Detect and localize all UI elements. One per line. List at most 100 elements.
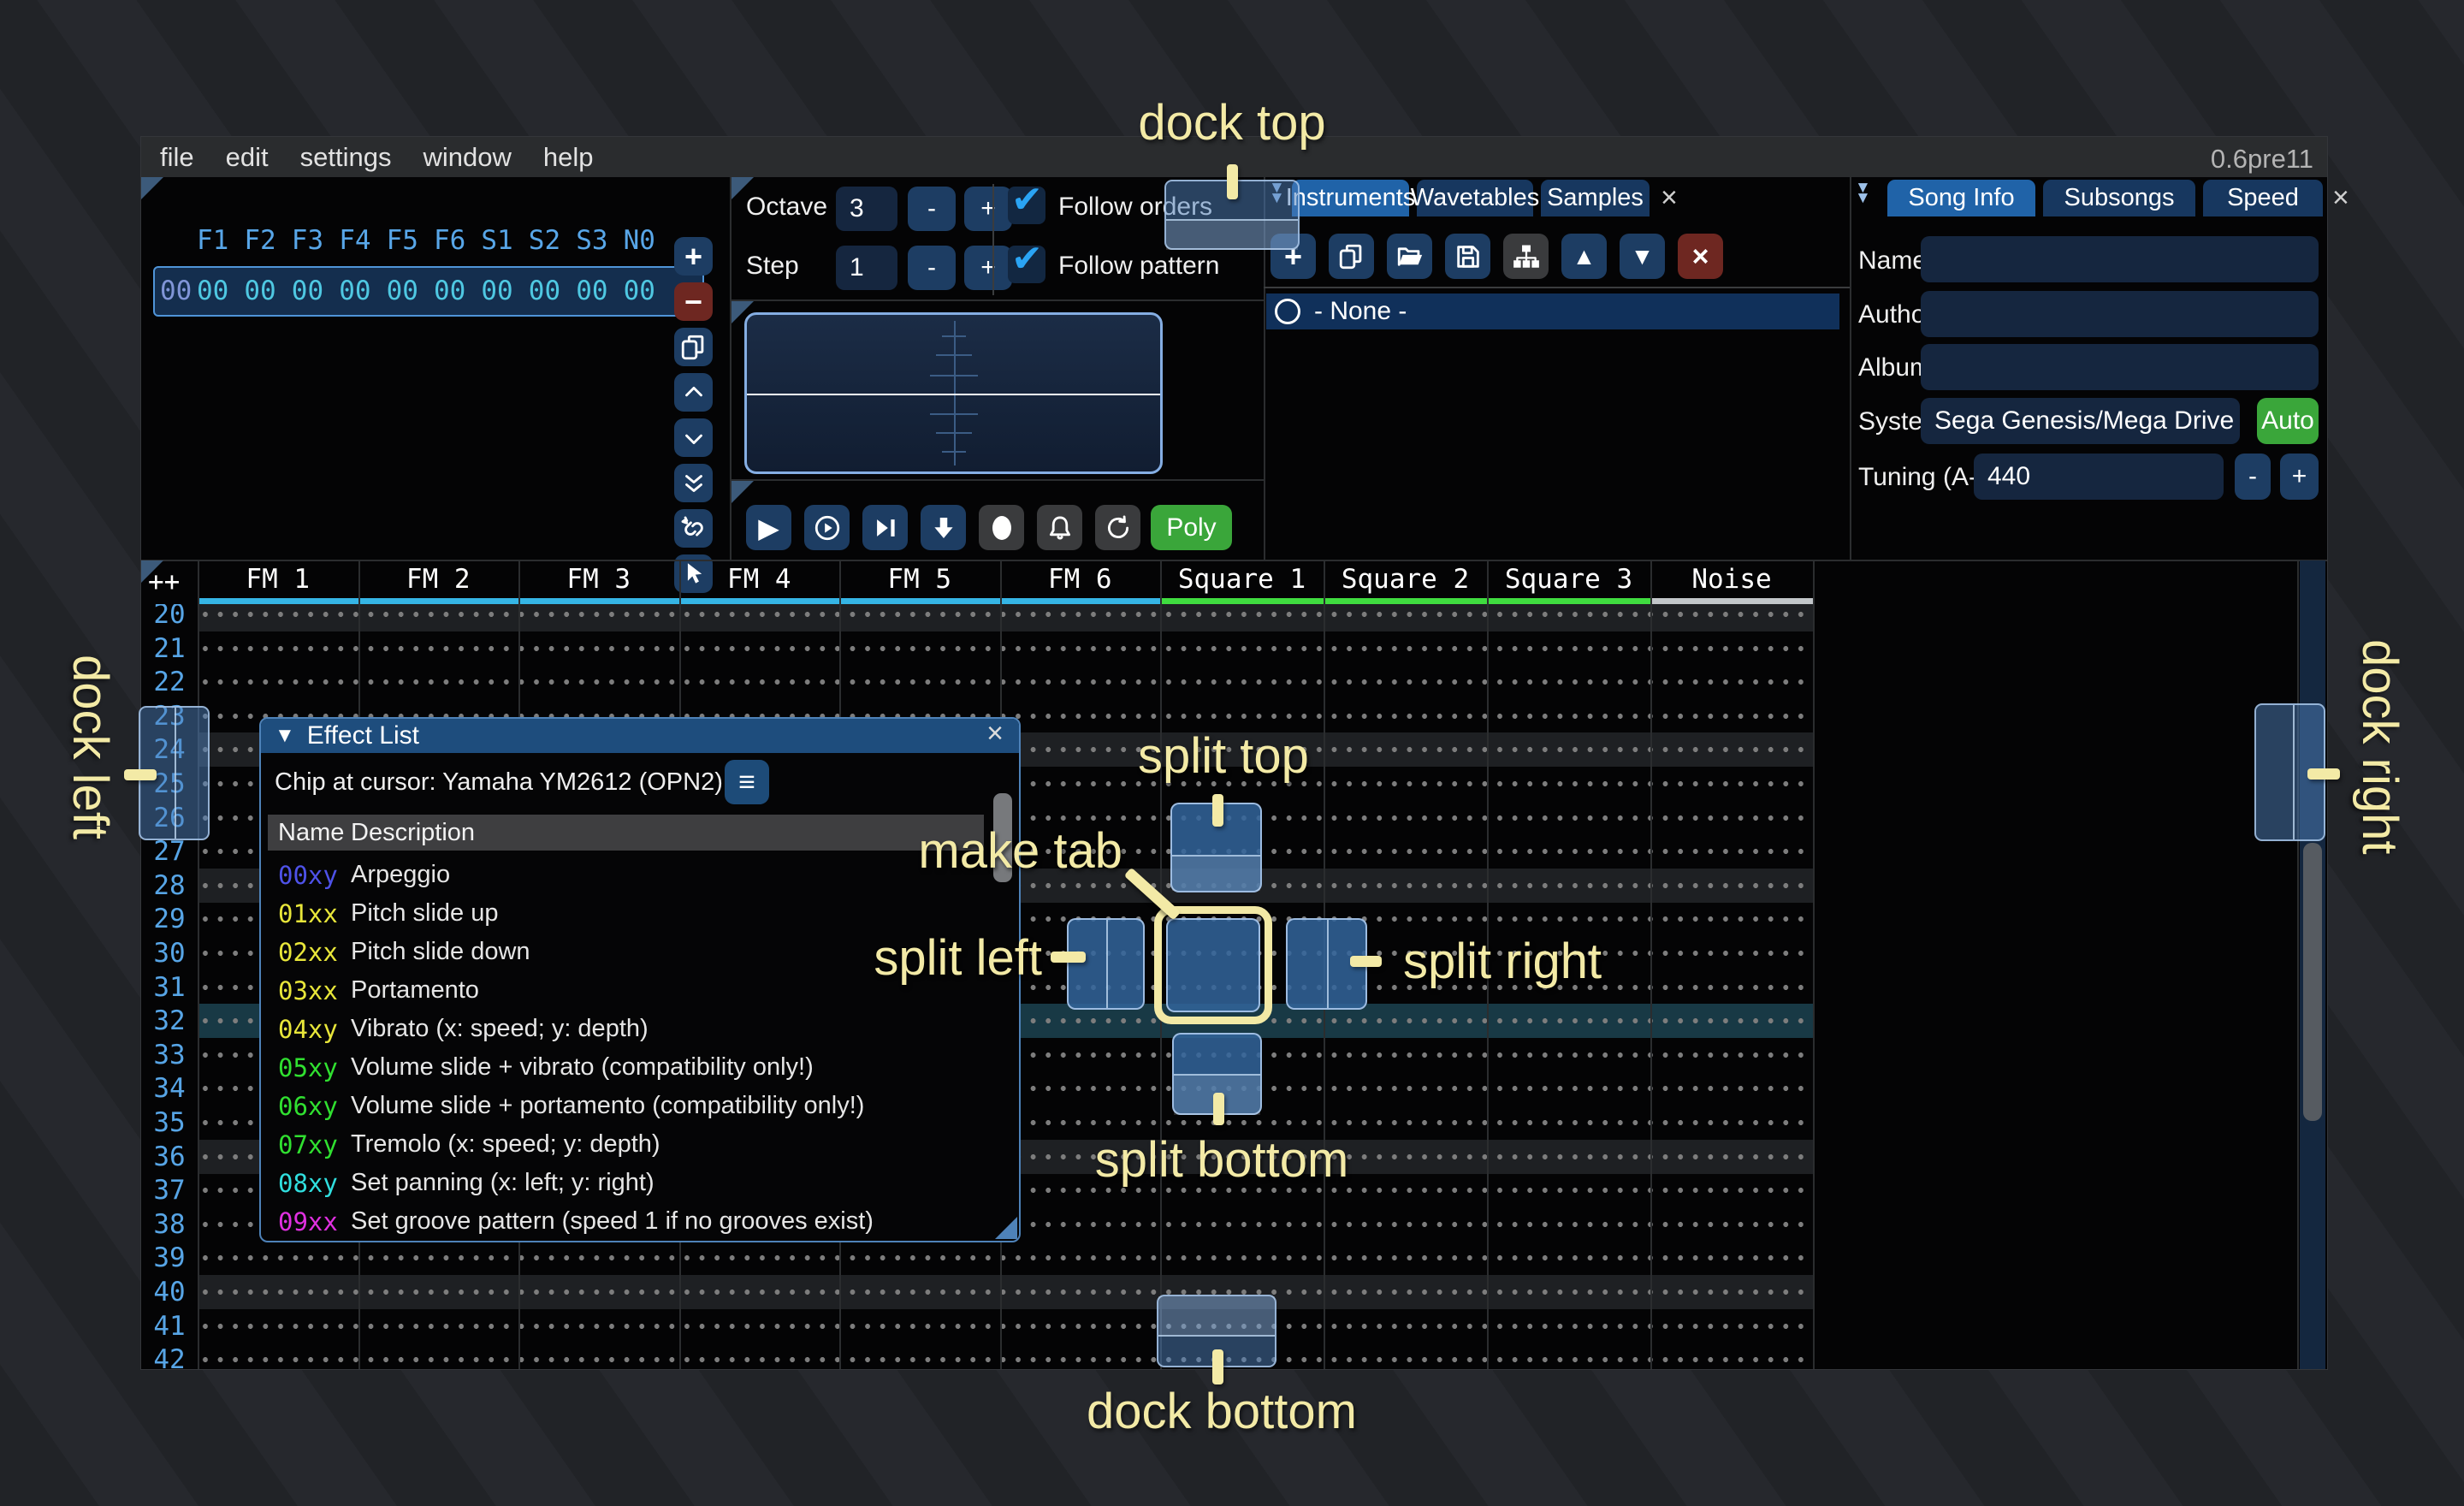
channel-header-fm-2[interactable]: FM 2	[358, 560, 519, 598]
tab-samples[interactable]: Samples	[1541, 180, 1650, 216]
save-instrument-button[interactable]	[1445, 234, 1490, 279]
channel-header-square-1[interactable]: Square 1	[1160, 560, 1324, 598]
change-all-orders-button[interactable]	[674, 509, 713, 548]
delete-instrument-button[interactable]: ×	[1678, 234, 1723, 279]
duplicate-order-end-button[interactable]	[674, 464, 713, 502]
step-row-button[interactable]	[921, 505, 966, 550]
remove-order-button[interactable]: −	[674, 282, 713, 321]
instrument-list-item[interactable]: - None -	[1266, 293, 1839, 329]
add-order-button[interactable]: +	[674, 237, 713, 276]
resize-grip-icon[interactable]	[995, 1217, 1017, 1239]
pattern-row[interactable]: 39	[141, 1241, 2327, 1275]
move-instrument-down-button[interactable]: ▼	[1620, 234, 1665, 279]
move-instrument-up-button[interactable]: ▲	[1561, 234, 1607, 279]
album-field[interactable]	[1921, 344, 2319, 390]
menu-item-help[interactable]: help	[543, 142, 594, 173]
oscilloscope-centerline	[747, 394, 1160, 395]
tab-wavetables[interactable]: Wavetables	[1417, 180, 1533, 216]
metronome-button[interactable]	[1037, 505, 1082, 550]
collapse-window-icon[interactable]: ▼	[275, 724, 295, 748]
order-cell[interactable]: 00	[244, 276, 275, 306]
effect-row-06xy[interactable]: 06xyVolume slide + portamento (compatibi…	[268, 1087, 984, 1125]
tab-song-info[interactable]: Song Info	[1887, 180, 2035, 216]
move-order-down-button[interactable]	[674, 418, 713, 457]
effect-list-menu-button[interactable]: ≡	[725, 760, 769, 804]
repeat-pattern-button[interactable]	[1095, 505, 1140, 550]
stop-button[interactable]	[979, 505, 1024, 550]
menu-item-edit[interactable]: edit	[226, 142, 269, 173]
effect-list-titlebar[interactable]: ▼ Effect List ×	[261, 719, 1019, 753]
poly-button[interactable]: Poly	[1151, 505, 1232, 550]
tuning-minus-button[interactable]: -	[2235, 454, 2271, 500]
play-button[interactable]: ▶	[746, 505, 791, 550]
tab-subsongs[interactable]: Subsongs	[2043, 180, 2195, 216]
duplicate-order-button[interactable]	[674, 328, 713, 366]
channel-header-fm-6[interactable]: FM 6	[1000, 560, 1161, 598]
channel-header-square-2[interactable]: Square 2	[1324, 560, 1487, 598]
channel-header-square-3[interactable]: Square 3	[1487, 560, 1650, 598]
octave-plus-button[interactable]: +	[964, 187, 1012, 231]
pattern-scrollbar-thumb[interactable]	[2303, 843, 2322, 1121]
channel-header-fm-5[interactable]: FM 5	[839, 560, 1000, 598]
tab-instruments[interactable]: Instruments	[1292, 180, 1409, 216]
effect-row-07xy[interactable]: 07xyTremolo (x: speed; y: depth)	[268, 1125, 984, 1164]
order-cell[interactable]: 00	[529, 276, 560, 306]
order-row-selected[interactable]	[153, 266, 704, 317]
effect-row-04xy[interactable]: 04xyVibrato (x: speed; y: depth)	[268, 1010, 984, 1048]
menu-item-settings[interactable]: settings	[300, 142, 392, 173]
follow-pattern-checkbox[interactable]: ✔	[1008, 246, 1045, 283]
name-label: Name	[1858, 246, 1927, 276]
order-cell[interactable]: 00	[624, 276, 655, 306]
effect-row-08xy[interactable]: 08xySet panning (x: left; y: right)	[268, 1164, 984, 1202]
effect-row-01xx[interactable]: 01xxPitch slide up	[268, 894, 984, 933]
effect-row-00xy[interactable]: 00xyArpeggio	[268, 856, 984, 894]
auto-system-button[interactable]: Auto	[2257, 398, 2319, 444]
step-minus-button[interactable]: -	[908, 246, 956, 290]
close-tab-icon[interactable]: ×	[2332, 181, 2349, 215]
octave-minus-button[interactable]: -	[908, 187, 956, 231]
pattern-row[interactable]: 20	[141, 604, 2327, 631]
order-cell[interactable]: 00	[434, 276, 465, 306]
order-cell[interactable]: 00	[387, 276, 418, 306]
tab-speed[interactable]: Speed	[2203, 180, 2323, 216]
close-tab-icon[interactable]: ×	[1661, 181, 1678, 215]
effect-row-09xx[interactable]: 09xxSet groove pattern (speed 1 if no gr…	[268, 1202, 984, 1241]
channel-header-noise[interactable]: Noise	[1650, 560, 1813, 598]
pattern-row[interactable]: 21	[141, 631, 2327, 666]
author-field[interactable]	[1921, 291, 2319, 337]
order-cell[interactable]: 00	[292, 276, 323, 306]
effect-list-title: Effect List	[307, 721, 419, 750]
instrument-organizer-button[interactable]	[1503, 234, 1549, 279]
step-value[interactable]: 1	[836, 246, 897, 290]
play-to-cursor-button[interactable]	[862, 505, 908, 550]
step-plus-button[interactable]: +	[964, 246, 1012, 290]
close-window-icon[interactable]: ×	[986, 717, 1004, 750]
octave-value[interactable]: 3	[836, 187, 897, 231]
tuning-field[interactable]: 440	[1974, 454, 2224, 500]
channel-header-fm-4[interactable]: FM 4	[679, 560, 840, 598]
follow-orders-checkbox[interactable]: ✔	[1008, 187, 1045, 224]
order-cell[interactable]: 00	[576, 276, 607, 306]
order-cell[interactable]: 00	[481, 276, 512, 306]
pattern-corner-button[interactable]: ++	[148, 566, 180, 597]
channel-header-fm-1[interactable]: FM 1	[198, 560, 358, 598]
collapse-panel-icon[interactable]: ▼▼	[1855, 183, 1871, 204]
split-left-target[interactable]	[1067, 918, 1145, 1010]
channel-header-fm-3[interactable]: FM 3	[518, 560, 679, 598]
order-cell[interactable]: 00	[339, 276, 370, 306]
duplicate-instrument-button[interactable]	[1329, 234, 1374, 279]
system-field[interactable]: Sega Genesis/Mega Drive	[1921, 398, 2240, 444]
name-field[interactable]	[1921, 236, 2319, 282]
move-order-up-button[interactable]	[674, 373, 713, 412]
effect-row-05xy[interactable]: 05xyVolume slide + vibrato (compatibilit…	[268, 1048, 984, 1087]
order-cell[interactable]: 00	[197, 276, 228, 306]
play-from-start-button[interactable]	[804, 505, 850, 550]
pattern-row[interactable]: 22	[141, 665, 2327, 699]
menu-item-file[interactable]: file	[160, 142, 194, 173]
menu-item-window[interactable]: window	[423, 142, 511, 173]
pattern-row-number: 30	[141, 938, 198, 969]
oscilloscope-tick	[936, 432, 972, 434]
effect-list-table-header[interactable]: Name Description	[268, 815, 984, 851]
tuning-plus-button[interactable]: +	[2280, 454, 2319, 500]
open-instrument-button[interactable]	[1387, 234, 1432, 279]
